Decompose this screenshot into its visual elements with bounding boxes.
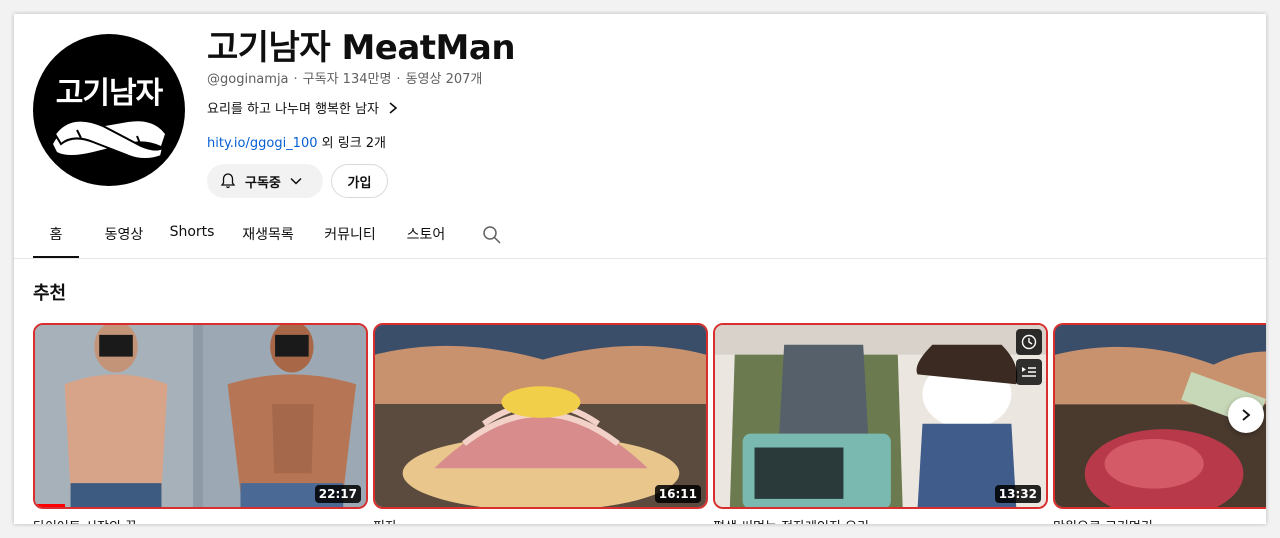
video-card[interactable]: 22:17 — [33, 323, 368, 509]
chevron-right-icon — [389, 101, 398, 114]
channel-description[interactable]: 요리를 하고 나누며 행복한 남자 — [207, 98, 399, 117]
tab-shorts[interactable]: Shorts — [169, 214, 215, 258]
channel-links: hity.io/ggogi_100 외 링크 2개 — [207, 132, 386, 151]
watch-later-button[interactable] — [1016, 329, 1042, 355]
tab-videos[interactable]: 동영상 — [101, 214, 147, 258]
video-title[interactable]: 평생 써먹는 전자레인지 요리 — [713, 516, 869, 524]
more-links[interactable]: 외 링크 2개 — [322, 136, 386, 151]
section-title: 추천 — [33, 283, 67, 304]
watch-progress-bar — [35, 504, 65, 507]
queue-icon — [1022, 367, 1036, 377]
bell-icon — [220, 173, 236, 189]
video-duration: 22:17 — [314, 485, 361, 503]
tab-community[interactable]: 커뮤니티 — [319, 214, 381, 258]
video-thumbnail — [35, 325, 366, 507]
add-to-queue-button[interactable] — [1016, 359, 1042, 385]
video-count: 동영상 207개 — [405, 72, 483, 87]
subscribed-button[interactable]: 구독중 — [207, 164, 323, 198]
video-duration: 16:11 — [654, 485, 701, 503]
channel-tabs: 홈 동영상 Shorts 재생목록 커뮤니티 스토어 — [33, 214, 449, 258]
video-card[interactable]: 13:32 — [713, 323, 1048, 509]
tabs-divider — [14, 258, 1266, 259]
clock-icon — [1021, 334, 1037, 350]
crossed-arms-logo-icon — [53, 119, 165, 160]
subscriber-count: 구독자 134만명 — [302, 72, 392, 87]
tab-home[interactable]: 홈 — [33, 214, 79, 258]
channel-avatar[interactable]: 고기남자 — [33, 34, 185, 186]
description-text: 요리를 하고 나누며 행복한 남자 — [207, 102, 380, 117]
channel-handle: @goginamja — [207, 72, 289, 87]
tab-store[interactable]: 스토어 — [403, 214, 449, 258]
carousel-next-button[interactable] — [1228, 397, 1264, 433]
video-duration: 13:32 — [994, 485, 1041, 503]
tab-playlists[interactable]: 재생목록 — [237, 214, 299, 258]
subscribed-label: 구독중 — [245, 175, 281, 191]
video-thumbnail — [715, 325, 1046, 507]
search-icon[interactable] — [482, 225, 502, 245]
channel-page: 고기남자 고기남자 MeatMan @goginamja · 구독자 134만명 · 동… — [14, 14, 1266, 524]
channel-title: 고기남자 MeatMan — [207, 28, 516, 68]
video-title[interactable]: 피자 — [373, 516, 397, 524]
chevron-down-icon — [290, 177, 302, 185]
channel-meta: @goginamja · 구독자 134만명 · 동영상 207개 — [207, 72, 483, 87]
video-card[interactable]: 16:11 — [373, 323, 708, 509]
next-arrow-icon — [1242, 409, 1251, 421]
video-title[interactable]: 다이어트 시작의 끝 — [33, 516, 137, 524]
video-title[interactable]: 만원으로 고기먹기 — [1053, 516, 1153, 524]
join-button[interactable]: 가입 — [331, 164, 388, 198]
video-thumbnail — [375, 325, 706, 507]
channel-link[interactable]: hity.io/ggogi_100 — [207, 136, 318, 151]
